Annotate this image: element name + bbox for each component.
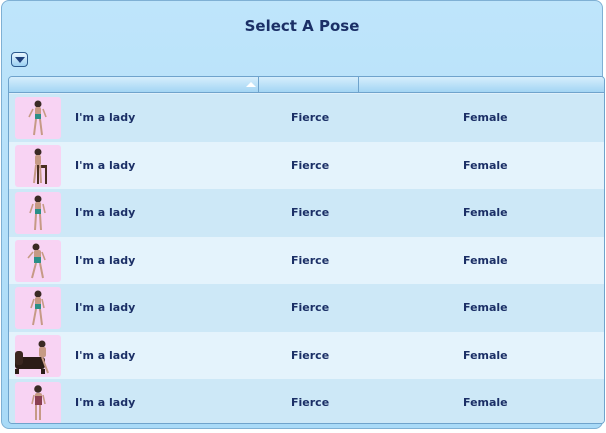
pose-name: I'm a lady: [75, 206, 136, 219]
pose-gender: Female: [463, 206, 508, 219]
list-item[interactable]: I'm a lady Fierce Female: [9, 284, 604, 332]
pose-name: I'm a lady: [75, 158, 136, 172]
standing-pose-icon: [15, 287, 61, 329]
list-item[interactable]: I'm a lady Fierce Female: [9, 331, 604, 379]
pose-style: Fierce: [291, 396, 330, 409]
dialog-title: Select A Pose: [244, 17, 360, 35]
pose-name: I'm a lady: [75, 301, 136, 314]
pose-gender: Female: [463, 396, 508, 409]
list-rows: I'm a lady Fierce Female I'm a lady Fier…: [9, 94, 604, 423]
standing-pose-icon: [15, 192, 61, 234]
pose-name: I'm a lady: [75, 396, 136, 409]
chair-pose-icon: [15, 144, 61, 187]
header-column-name[interactable]: [9, 77, 259, 92]
pose-name: I'm a lady: [75, 111, 136, 124]
list-item[interactable]: I'm a lady Fierce Female: [9, 236, 604, 284]
pose-style: Fierce: [291, 158, 330, 172]
pose-style: Fierce: [291, 206, 330, 219]
list-item[interactable]: I'm a lady Fierce Female: [9, 94, 604, 142]
pose-gender: Female: [463, 253, 508, 267]
pose-list: I'm a lady Fierce Female I'm a lady Fier…: [8, 76, 605, 424]
standing-pose-icon: [15, 239, 61, 282]
select-pose-dialog: Select A Pose I'm a lady Fierce Female I…: [1, 0, 605, 429]
pose-gender: Female: [463, 301, 508, 314]
filter-dropdown-button[interactable]: [11, 52, 28, 67]
header-column-style[interactable]: [259, 77, 359, 92]
standing-pose-icon: [15, 382, 61, 423]
pose-name: I'm a lady: [75, 253, 136, 267]
pose-name: I'm a lady: [75, 348, 136, 362]
pose-gender: Female: [463, 158, 508, 172]
standing-pose-icon: [15, 97, 61, 139]
pose-style: Fierce: [291, 253, 330, 267]
sofa-pose-icon: [15, 334, 61, 377]
pose-style: Fierce: [291, 111, 330, 124]
header-column-gender[interactable]: [359, 77, 604, 92]
list-item[interactable]: I'm a lady Fierce Female: [9, 379, 604, 423]
list-header: [9, 77, 604, 93]
sort-ascending-icon: [246, 82, 256, 87]
list-item[interactable]: I'm a lady Fierce Female: [9, 189, 604, 237]
pose-gender: Female: [463, 111, 508, 124]
pose-style: Fierce: [291, 348, 330, 362]
list-item[interactable]: I'm a lady Fierce Female: [9, 141, 604, 189]
pose-gender: Female: [463, 348, 508, 362]
pose-style: Fierce: [291, 301, 330, 314]
